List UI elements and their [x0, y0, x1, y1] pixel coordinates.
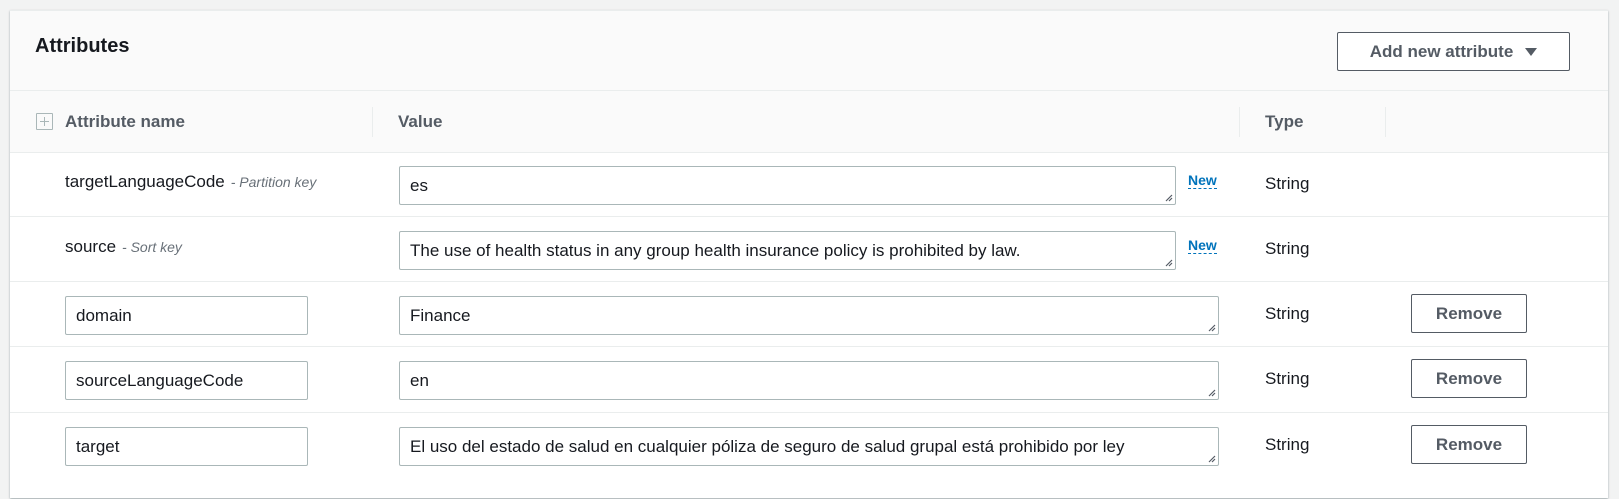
- header-attribute-name: Attribute name: [65, 112, 185, 131]
- attribute-name-text: source: [65, 237, 117, 256]
- sort-key-label: - Sort key: [122, 239, 182, 255]
- table-row: El uso del estado de salud en cualquier …: [10, 413, 1608, 479]
- table-row: Finance String Remove: [10, 282, 1608, 347]
- remove-button[interactable]: Remove: [1411, 294, 1527, 333]
- expand-all-icon[interactable]: [36, 113, 53, 130]
- column-divider: [1385, 107, 1386, 137]
- table-header: Attribute name Value Type: [10, 91, 1608, 153]
- resize-handle-icon[interactable]: [1163, 257, 1173, 267]
- attributes-panel: Attributes Add new attribute Attribute n…: [10, 10, 1608, 498]
- table-row: targetLanguageCode - Partition key es New…: [10, 154, 1608, 217]
- attribute-name-input[interactable]: [65, 427, 308, 466]
- value-text: El uso del estado de salud en cualquier …: [410, 436, 1125, 456]
- value-textarea[interactable]: en: [399, 361, 1219, 400]
- column-divider: [372, 107, 373, 137]
- type-cell: String: [1265, 435, 1310, 454]
- value-text: es: [410, 175, 428, 195]
- remove-button[interactable]: Remove: [1411, 425, 1527, 464]
- type-cell: String: [1265, 239, 1310, 258]
- value-textarea[interactable]: es: [399, 166, 1176, 205]
- panel-header: Attributes Add new attribute: [10, 11, 1608, 91]
- caret-down-icon: [1525, 47, 1538, 56]
- resize-handle-icon[interactable]: [1206, 322, 1216, 332]
- new-badge-link[interactable]: New: [1188, 172, 1217, 189]
- value-textarea[interactable]: El uso del estado de salud en cualquier …: [399, 427, 1219, 466]
- resize-handle-icon[interactable]: [1206, 453, 1216, 463]
- attribute-name-label: targetLanguageCode - Partition key: [65, 172, 316, 192]
- remove-button[interactable]: Remove: [1411, 359, 1527, 398]
- table-row: en String Remove: [10, 347, 1608, 413]
- column-divider: [1239, 107, 1240, 137]
- panel-title: Attributes: [35, 35, 130, 57]
- add-new-attribute-button[interactable]: Add new attribute: [1337, 32, 1570, 71]
- type-cell: String: [1265, 174, 1310, 193]
- add-new-attribute-label: Add new attribute: [1369, 41, 1514, 61]
- partition-key-label: - Partition key: [230, 174, 317, 190]
- header-type: Type: [1265, 112, 1304, 131]
- type-cell: String: [1265, 369, 1310, 388]
- value-textarea[interactable]: The use of health status in any group he…: [399, 231, 1176, 270]
- table-row: source - Sort key The use of health statu…: [10, 217, 1608, 282]
- attribute-name-label: source - Sort key: [65, 237, 182, 257]
- resize-handle-icon[interactable]: [1163, 192, 1173, 202]
- value-textarea[interactable]: Finance: [399, 296, 1219, 335]
- attribute-name-input[interactable]: [65, 296, 308, 335]
- header-value: Value: [398, 112, 443, 131]
- value-text: Finance: [410, 305, 471, 325]
- resize-handle-icon[interactable]: [1206, 387, 1216, 397]
- attribute-name-text: targetLanguageCode: [65, 172, 225, 191]
- type-cell: String: [1265, 304, 1310, 323]
- value-text: en: [410, 370, 429, 390]
- value-text: The use of health status in any group he…: [410, 240, 1021, 260]
- attribute-name-input[interactable]: [65, 361, 308, 400]
- new-badge-link[interactable]: New: [1188, 237, 1217, 254]
